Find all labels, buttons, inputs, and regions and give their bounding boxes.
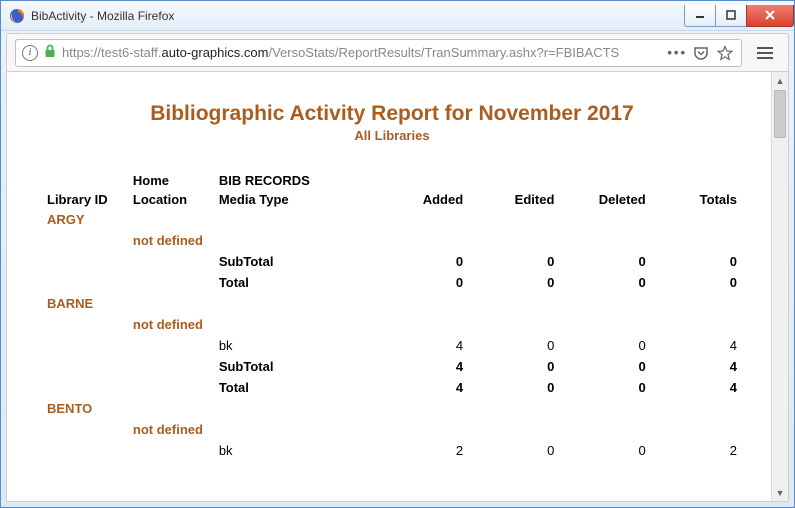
window-minimize-button[interactable] [684,5,716,27]
deleted-cell: 0 [558,440,649,461]
window-controls [684,5,794,27]
library-id-cell: ARGY [43,209,129,230]
url-text: https://test6-staff.auto-graphics.com/Ve… [62,45,619,60]
col-media-type: Media Type [215,190,376,209]
report-title: Bibliographic Activity Report for Novemb… [43,102,741,126]
report-table: Library ID Home BIB RECORDS Location Med… [43,171,741,461]
scroll-thumb[interactable] [774,90,786,138]
data-row: bk4004 [43,335,741,356]
home-location-cell: not defined [129,230,215,251]
window-maximize-button[interactable] [715,5,747,27]
url-host: auto-graphics.com [162,45,269,60]
browser-toolbar: i https://test6-staff.auto-graphics.com/… [6,33,789,71]
media-cell: bk [215,335,376,356]
page-viewport: Bibliographic Activity Report for Novemb… [6,71,789,502]
url-host-prefix: test6-staff. [101,45,161,60]
bookmark-star-icon[interactable] [717,45,735,61]
firefox-icon [9,8,25,24]
total-row: Total0000 [43,272,741,293]
edited-cell: 0 [467,440,558,461]
library-id-cell: BENTO [43,398,129,419]
col-bib-header: BIB RECORDS [215,171,376,190]
report-subtitle: All Libraries [43,128,741,143]
home-location-cell: not defined [129,314,215,335]
media-cell: bk [215,440,376,461]
lock-icon [44,44,56,61]
totals-cell: 2 [650,440,741,461]
page-content: Bibliographic Activity Report for Novemb… [7,72,771,501]
window-titlebar: BibActivity - Mozilla Firefox [1,1,794,31]
vertical-scrollbar[interactable]: ▲ ▼ [771,72,788,501]
window-title: BibActivity - Mozilla Firefox [31,9,174,23]
col-edited: Edited [467,190,558,209]
total-row: Total4004 [43,377,741,398]
totals-cell: 4 [650,335,741,356]
scroll-down-arrow[interactable]: ▼ [772,484,788,501]
site-info-icon[interactable]: i [22,45,38,61]
col-home-l1: Home [129,171,215,190]
scroll-up-arrow[interactable]: ▲ [772,72,788,89]
library-id-cell: BARNE [43,293,129,314]
col-library-id: Library ID [43,171,129,209]
edited-cell: 0 [467,335,558,356]
url-path: /VersoStats/ReportResults/TranSummary.as… [268,45,619,60]
added-cell: 4 [376,335,467,356]
added-cell: 2 [376,440,467,461]
col-home-l2: Location [129,190,215,209]
pocket-icon[interactable] [693,45,711,61]
home-location-cell: not defined [129,419,215,440]
col-deleted: Deleted [558,190,649,209]
deleted-cell: 0 [558,335,649,356]
col-totals: Totals [650,190,741,209]
subtotal-row: SubTotal0000 [43,251,741,272]
url-scheme: https:// [62,45,101,60]
subtotal-row: SubTotal4004 [43,356,741,377]
url-bar[interactable]: i https://test6-staff.auto-graphics.com/… [15,39,742,67]
col-added: Added [376,190,467,209]
page-actions-icon[interactable]: ••• [661,45,687,60]
browser-window: BibActivity - Mozilla Firefox i https://… [0,0,795,508]
window-close-button[interactable] [746,5,794,27]
menu-button[interactable] [750,39,780,67]
data-row: bk2002 [43,440,741,461]
